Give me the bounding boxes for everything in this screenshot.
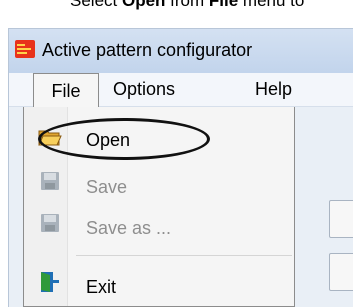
menu-options[interactable]: Options: [113, 79, 175, 100]
caption-middle: from: [165, 0, 209, 10]
caption-menu-bold: File: [208, 0, 239, 10]
menu-item-save-as-label: Save as ...: [86, 218, 172, 238]
app-logo-icon: [15, 40, 35, 58]
menu-item-save-label: Save: [86, 177, 128, 197]
menu-item-save[interactable]: Save: [24, 165, 294, 205]
right-panel-box-top[interactable]: [329, 200, 353, 238]
instruction-caption: Select Open from File menu to: [70, 0, 353, 15]
menu-bar: File Options Help: [9, 73, 353, 109]
exit-door-icon: [39, 271, 61, 297]
title-bar: Active pattern configurator: [9, 29, 353, 73]
right-panel-box-bottom[interactable]: [329, 253, 353, 291]
caption-prefix: Select: [70, 0, 122, 10]
floppy-disk-icon: [40, 171, 60, 195]
menu-separator: [76, 255, 292, 256]
caption-item-bold: Open: [121, 0, 166, 10]
menu-item-exit[interactable]: Exit: [24, 265, 294, 305]
menu-item-exit-label: Exit: [86, 277, 117, 297]
highlight-ring: [38, 118, 210, 160]
floppy-disk-icon: [40, 213, 60, 237]
caption-suffix: menu to: [238, 0, 305, 10]
menu-help[interactable]: Help: [255, 79, 292, 100]
menu-item-save-as[interactable]: Save as ...: [24, 207, 294, 247]
menu-file[interactable]: File: [33, 73, 99, 109]
window-title: Active pattern configurator: [42, 40, 253, 60]
